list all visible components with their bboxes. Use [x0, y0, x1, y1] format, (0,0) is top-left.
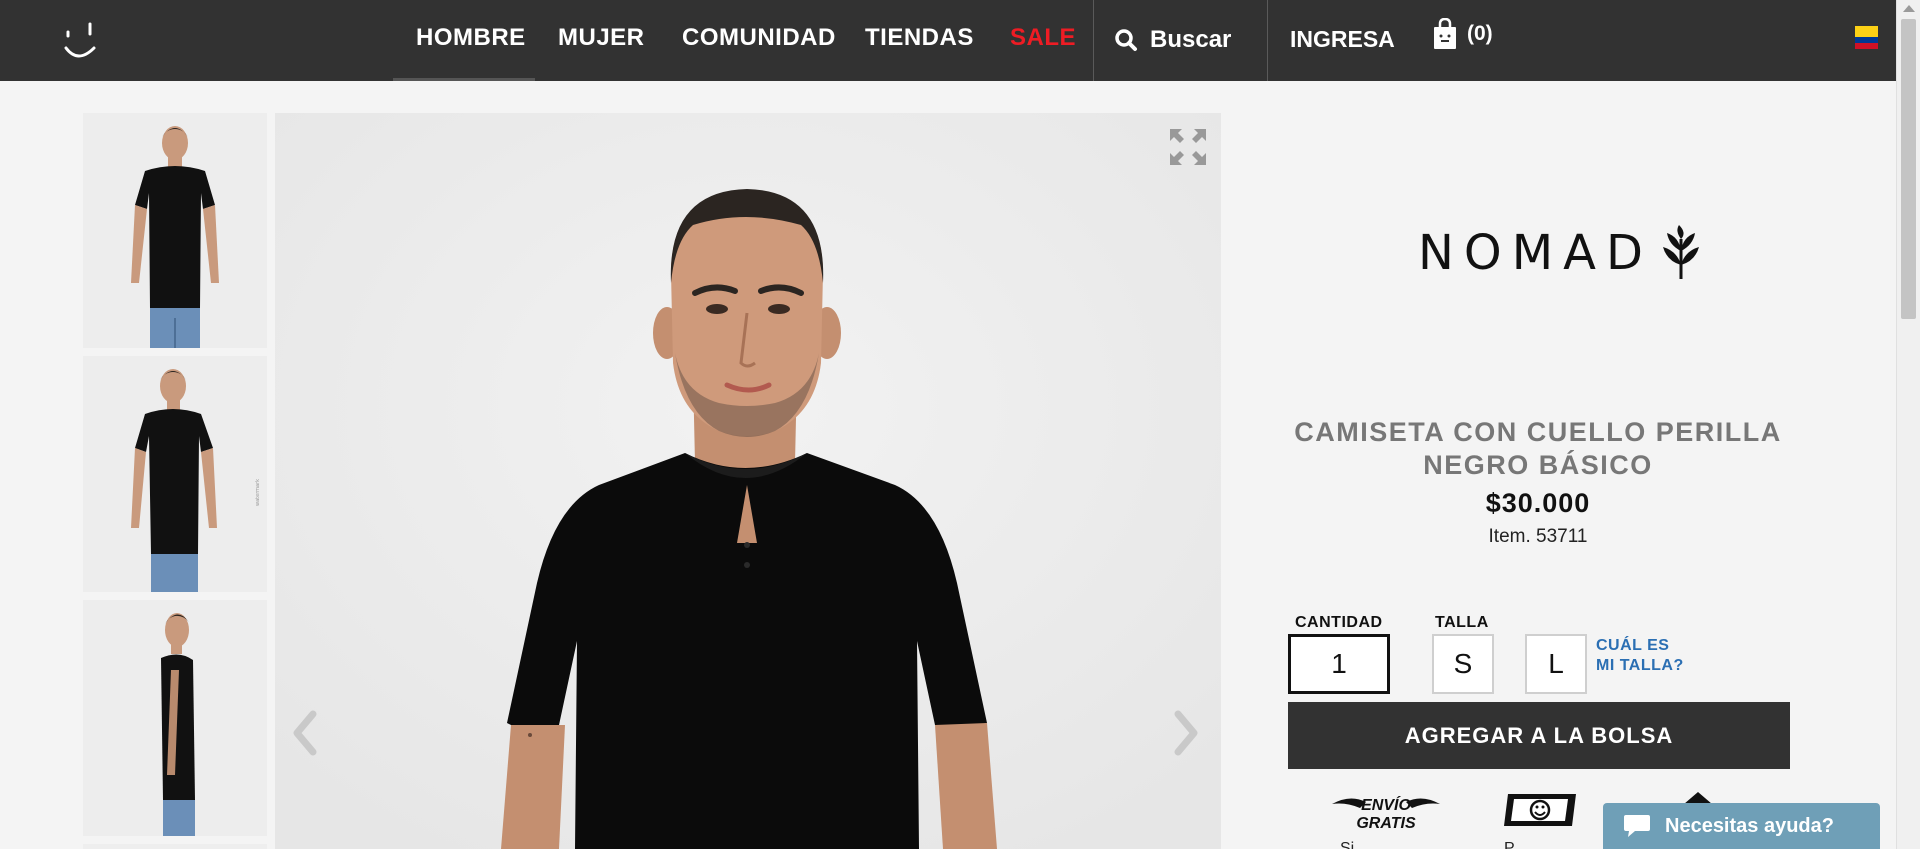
- model-side-thumbnail-image: [83, 600, 267, 836]
- add-to-bag-button[interactable]: AGREGAR A LA BOLSA: [1288, 702, 1790, 769]
- shopping-bag-icon: [1434, 18, 1456, 49]
- free-shipping-badge: ENVÍO GRATIS: [1330, 790, 1442, 839]
- free-shipping-line1: ENVÍO: [1361, 795, 1411, 814]
- divider: [1093, 0, 1094, 81]
- search-button[interactable]: Buscar: [1114, 20, 1231, 60]
- cart-count: (0): [1467, 22, 1493, 45]
- nav-comunidad[interactable]: COMUNIDAD: [682, 24, 836, 52]
- thumbnail-more[interactable]: [83, 844, 267, 849]
- nav-active-underline: [393, 78, 535, 81]
- free-shipping-caption: Si: [1340, 840, 1355, 849]
- scroll-up-icon[interactable]: [1903, 5, 1915, 12]
- brand-logo: NOMAD: [1418, 225, 1701, 281]
- top-navigation-bar: HOMBRE MUJER COMUNIDAD TIENDAS SALE Busc…: [0, 0, 1896, 81]
- main-product-image[interactable]: [275, 113, 1221, 849]
- size-option-l[interactable]: L: [1525, 634, 1587, 694]
- size-option-s[interactable]: S: [1432, 634, 1494, 694]
- nav-sale[interactable]: SALE: [1010, 24, 1076, 52]
- size-guide-line2: MI TALLA?: [1596, 657, 1684, 674]
- search-label: Buscar: [1150, 26, 1232, 53]
- search-icon: [1115, 29, 1137, 51]
- item-number: Item. 53711: [1488, 526, 1588, 547]
- size-guide-line1: CUÁL ES: [1596, 637, 1670, 654]
- help-chat-label: Necesitas ayuda?: [1665, 814, 1834, 837]
- free-shipping-line2: GRATIS: [1356, 815, 1416, 832]
- product-title-line2: NEGRO BÁSICO: [1423, 450, 1653, 480]
- product-title-line1: CAMISETA CON CUELLO PERILLA: [1294, 417, 1782, 447]
- divider: [1267, 0, 1268, 81]
- previous-image-arrow-icon[interactable]: [287, 708, 323, 758]
- scroll-thumb[interactable]: [1901, 19, 1916, 319]
- brand-name: NOMAD: [1418, 225, 1653, 281]
- winged-free-shipping-icon: ENVÍO GRATIS: [1332, 795, 1440, 832]
- thumbnail-side[interactable]: [83, 600, 267, 836]
- svg-text:watermark: watermark: [255, 479, 261, 506]
- model-front-thumbnail-image: [83, 113, 267, 348]
- product-title: CAMISETA CON CUELLO PERILLA NEGRO BÁSICO: [1240, 416, 1836, 482]
- payment-caption: P: [1504, 840, 1515, 849]
- thumbnail-three-quarter[interactable]: watermark: [83, 356, 267, 592]
- leaf-brand-icon: [1662, 225, 1699, 279]
- chat-bubble-icon: [1624, 815, 1650, 837]
- cart-button[interactable]: (0): [1433, 18, 1493, 50]
- page-scrollbar[interactable]: [1896, 0, 1920, 849]
- help-chat-button[interactable]: Necesitas ayuda?: [1603, 803, 1880, 849]
- nav-hombre[interactable]: HOMBRE: [416, 24, 526, 52]
- colombia-flag-icon[interactable]: [1855, 26, 1878, 49]
- size-label: TALLA: [1435, 614, 1489, 631]
- fullscreen-expand-icon[interactable]: [1168, 127, 1208, 167]
- quantity-label: CANTIDAD: [1295, 614, 1383, 631]
- model-three-quarter-thumbnail-image: watermark: [83, 356, 267, 592]
- nav-tiendas[interactable]: TIENDAS: [865, 24, 974, 52]
- smiley-logo-icon[interactable]: [60, 18, 108, 64]
- quantity-input[interactable]: 1: [1288, 634, 1390, 694]
- next-image-arrow-icon[interactable]: [1168, 708, 1204, 758]
- model-wearing-black-henley-image: [275, 113, 1221, 849]
- thumbnail-front[interactable]: [83, 113, 267, 348]
- login-link[interactable]: INGRESA: [1290, 26, 1395, 53]
- payment-badge: [1502, 790, 1578, 835]
- nav-mujer[interactable]: MUJER: [558, 24, 645, 52]
- size-guide-link[interactable]: CUÁL ES MI TALLA?: [1596, 636, 1684, 676]
- product-price: $30.000: [1485, 488, 1591, 518]
- cash-payment-icon: [1504, 794, 1576, 826]
